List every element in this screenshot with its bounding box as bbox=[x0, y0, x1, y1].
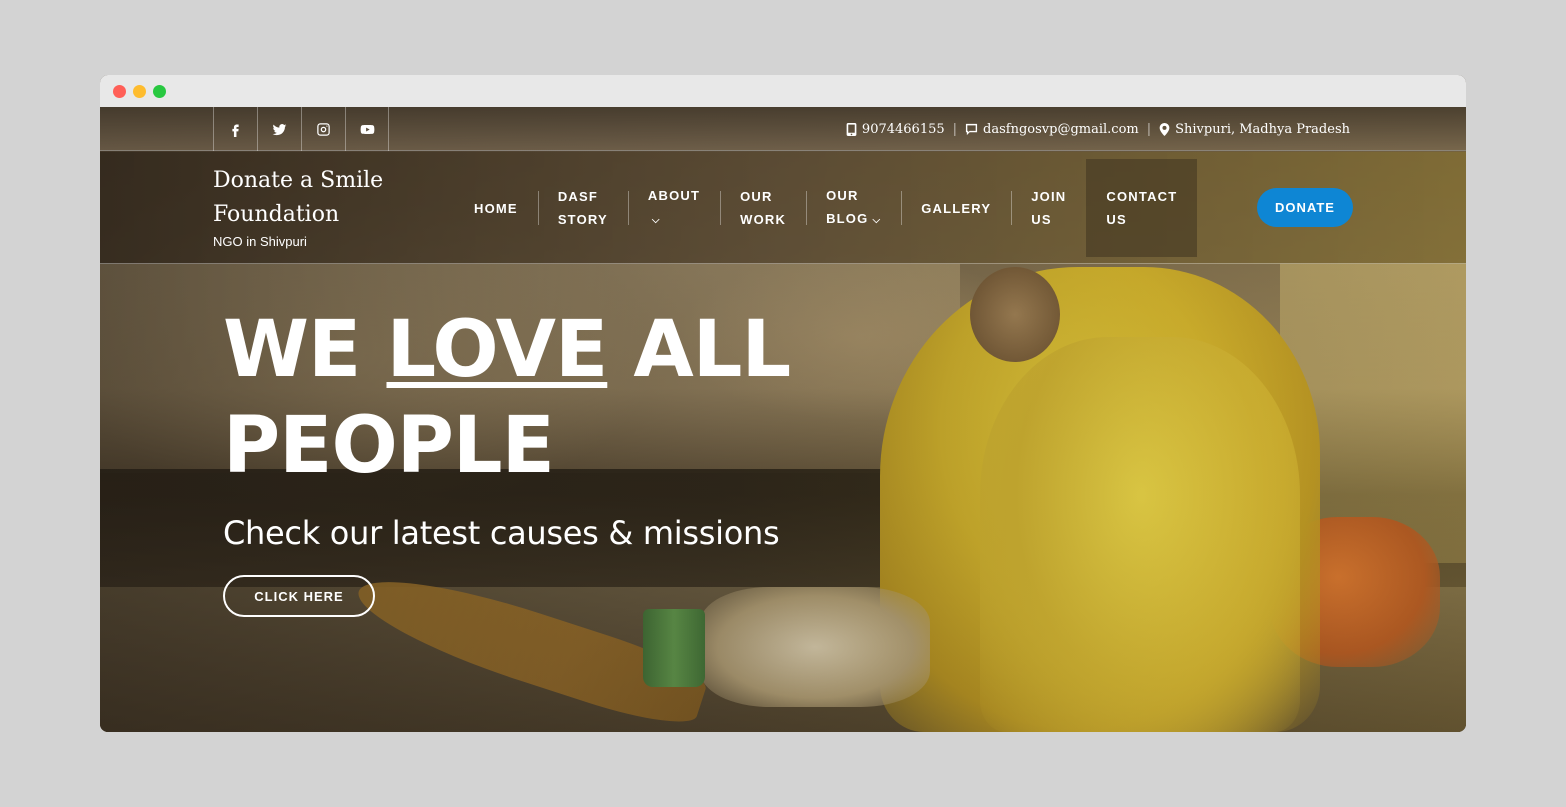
mobile-phone-icon bbox=[846, 122, 857, 136]
facebook-link[interactable] bbox=[213, 107, 257, 151]
donate-button[interactable]: DONATE bbox=[1257, 188, 1353, 227]
minimize-window-button[interactable] bbox=[133, 85, 146, 98]
click-here-button[interactable]: CLICK HERE bbox=[223, 575, 375, 617]
main-menu: HOME DASF STORY ABOUT ⌵ OUR WORK OUR BLO… bbox=[454, 159, 1198, 257]
hero-subheadline: Check our latest causes & missions bbox=[223, 514, 780, 552]
browser-window: 9074466155 | dasfngosvp@gmail.com | Shiv… bbox=[100, 75, 1466, 732]
chevron-down-icon: ⌵ bbox=[651, 215, 661, 226]
brand-tagline: NGO in Shivpuri bbox=[213, 234, 307, 249]
email-address: dasfngosvp@gmail.com bbox=[983, 121, 1139, 137]
nav-our-work[interactable]: OUR WORK bbox=[720, 159, 806, 257]
nav-gallery[interactable]: GALLERY bbox=[901, 159, 1011, 257]
top-bar: 9074466155 | dasfngosvp@gmail.com | Shiv… bbox=[100, 107, 1466, 151]
chevron-down-icon: ⌵ bbox=[872, 215, 882, 226]
social-links bbox=[213, 107, 389, 151]
hero-content: WE LOVE ALL PEOPLE Check our latest caus… bbox=[223, 302, 791, 552]
headline-emphasis: LOVE bbox=[386, 305, 608, 395]
nav-our-blog[interactable]: OUR BLOG ⌵ bbox=[806, 159, 901, 257]
brand-name: Donate a Smile Foundation bbox=[213, 168, 384, 227]
phone-number: 9074466155 bbox=[861, 121, 945, 137]
window-titlebar bbox=[100, 75, 1466, 107]
location-text: Shivpuri, Madhya Pradesh bbox=[1175, 121, 1350, 137]
twitter-link[interactable] bbox=[257, 107, 301, 151]
nav-contact-us[interactable]: CONTACT US bbox=[1086, 159, 1198, 257]
twitter-icon bbox=[272, 123, 287, 135]
page-viewport: 9074466155 | dasfngosvp@gmail.com | Shiv… bbox=[100, 107, 1466, 732]
nav-join-us[interactable]: JOIN US bbox=[1011, 159, 1086, 257]
nav-dasf-story[interactable]: DASF STORY bbox=[537, 159, 628, 257]
nav-about[interactable]: ABOUT ⌵ bbox=[627, 159, 720, 257]
close-window-button[interactable] bbox=[113, 85, 126, 98]
brand-logo[interactable]: Donate a Smile Foundation NGO in Shivpur… bbox=[213, 164, 393, 249]
hero-headline: WE LOVE ALL PEOPLE bbox=[223, 305, 791, 491]
chat-bubble-icon bbox=[965, 123, 978, 135]
main-navbar: Donate a Smile Foundation NGO in Shivpur… bbox=[100, 152, 1466, 264]
map-pin-icon bbox=[1159, 122, 1170, 136]
instagram-icon bbox=[317, 122, 330, 136]
youtube-link[interactable] bbox=[345, 107, 389, 151]
facebook-icon bbox=[232, 124, 239, 137]
maximize-window-button[interactable] bbox=[153, 85, 166, 98]
instagram-link[interactable] bbox=[301, 107, 345, 151]
phone-contact[interactable]: 9074466155 bbox=[846, 122, 945, 137]
youtube-icon bbox=[360, 124, 374, 134]
email-contact[interactable]: dasfngosvp@gmail.com bbox=[965, 122, 1139, 137]
nav-home[interactable]: HOME bbox=[454, 159, 538, 257]
contact-info: 9074466155 | dasfngosvp@gmail.com | Shiv… bbox=[846, 107, 1350, 151]
location-contact: Shivpuri, Madhya Pradesh bbox=[1159, 122, 1350, 137]
